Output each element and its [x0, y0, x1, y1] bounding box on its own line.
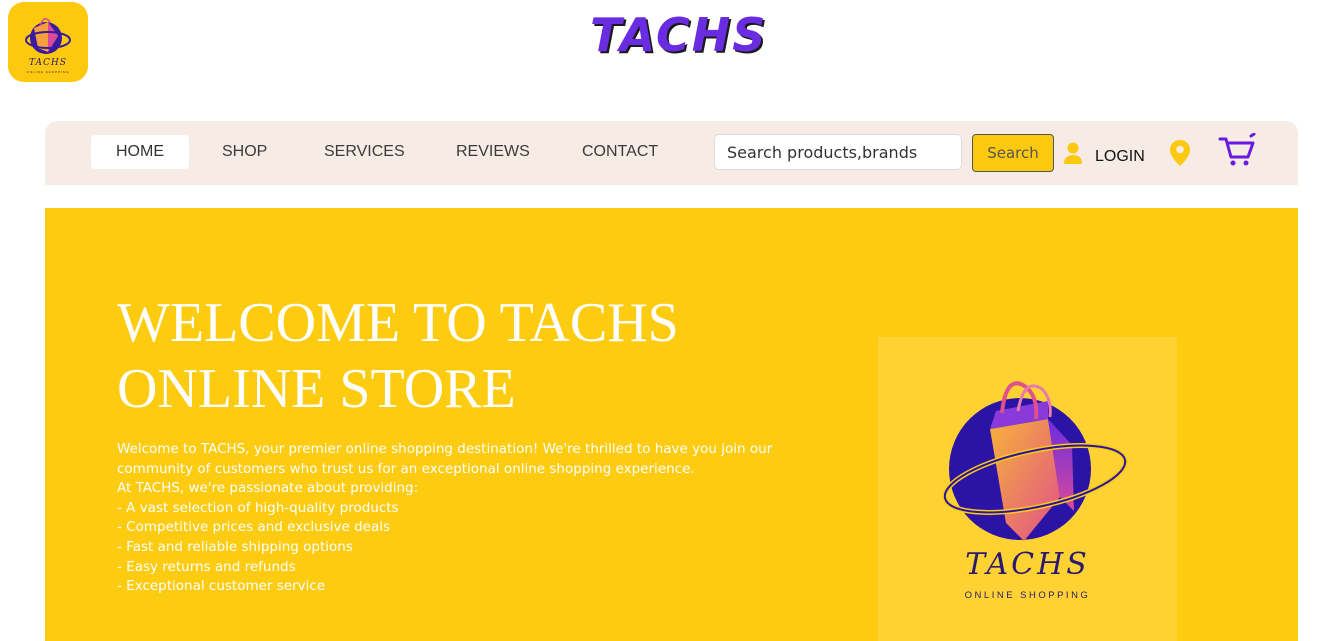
hero-line: - Easy returns and refunds	[117, 558, 296, 575]
cart-icon[interactable]	[1218, 133, 1258, 167]
hero-line: community of customers who trust us for …	[117, 460, 695, 477]
hero-description: Welcome to TACHS, your premier online sh…	[117, 440, 777, 597]
hero-line: - A vast selection of high-quality produ…	[117, 499, 399, 516]
nav-reviews[interactable]: REVIEWS	[456, 135, 530, 169]
hero-logo-tagline: ONLINE SHOPPING	[964, 590, 1091, 601]
search-input[interactable]	[714, 134, 962, 170]
hero-line: - Competitive prices and exclusive deals	[117, 519, 391, 536]
hero-logo-name: TACHS	[965, 547, 1090, 582]
nav-shop[interactable]: SHOP	[222, 135, 267, 169]
nav-home[interactable]: HOME	[91, 135, 189, 169]
hero-title-line-2: ONLINE STORE	[117, 358, 516, 420]
app-logo-tagline: ONLINE SHOPPING	[26, 70, 70, 74]
hero-section: WELCOME TO TACHS ONLINE STORE Welcome to…	[45, 208, 1298, 641]
app-logo[interactable]: TACHS ONLINE SHOPPING	[8, 2, 88, 82]
brand-wordmark[interactable]: TACHS	[590, 4, 765, 66]
nav-services[interactable]: SERVICES	[324, 135, 405, 169]
user-icon	[1064, 142, 1082, 164]
login-label: LOGIN	[1095, 148, 1145, 165]
hero-line: At TACHS, we're passionate about providi…	[117, 480, 419, 497]
hero-title: WELCOME TO TACHS ONLINE STORE	[117, 290, 757, 422]
hero-logo-image: TACHS ONLINE SHOPPING	[878, 337, 1177, 641]
hero-line: Welcome to TACHS, your premier online sh…	[117, 441, 773, 457]
main-navbar: HOME SHOP SERVICES REVIEWS CONTACT Searc…	[45, 121, 1298, 185]
hero-line: - Exceptional customer service	[117, 578, 326, 595]
search-button[interactable]: Search	[972, 134, 1054, 172]
login-link[interactable]: LOGIN	[1063, 139, 1145, 169]
hero-title-line-1: WELCOME TO TACHS	[117, 292, 679, 354]
location-pin-icon[interactable]	[1169, 139, 1191, 167]
shopping-bag-logo-icon	[942, 381, 1128, 541]
hero-line: - Fast and reliable shipping options	[117, 538, 353, 555]
nav-contact[interactable]: CONTACT	[582, 135, 658, 169]
app-logo-name: TACHS	[29, 58, 67, 68]
